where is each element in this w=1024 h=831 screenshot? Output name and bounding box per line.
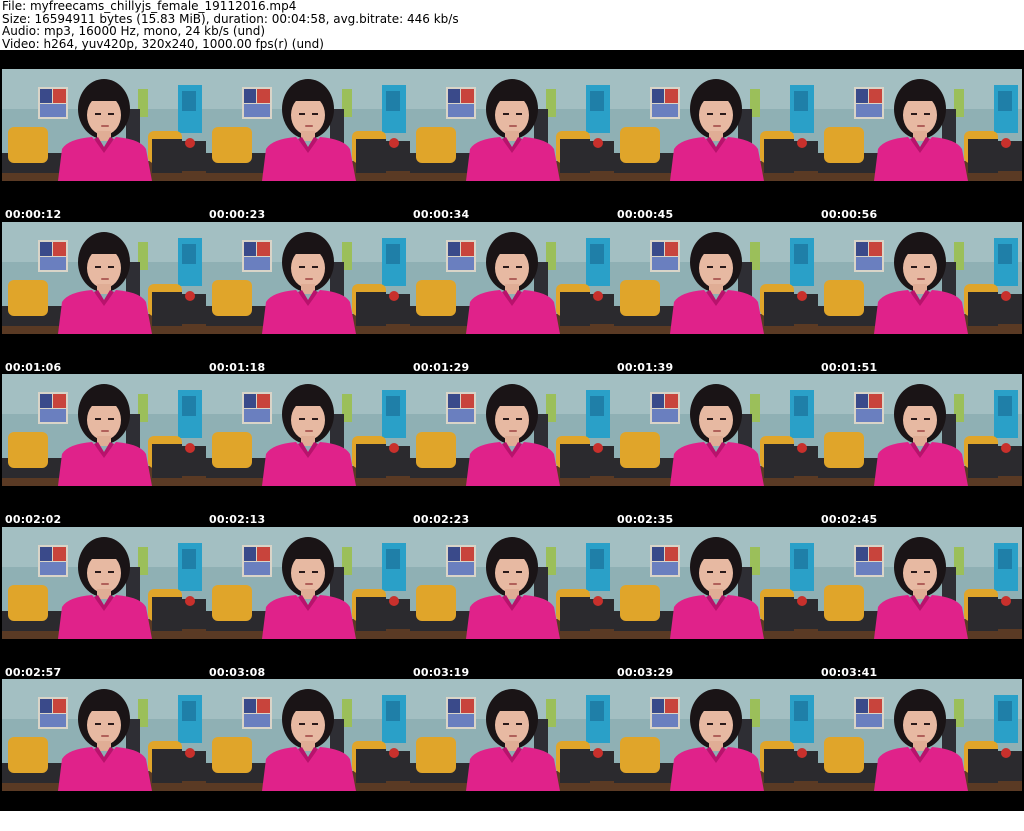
- frame-timestamp: 00:02:45: [821, 513, 878, 526]
- thumbnail-cell: 00:01:06: [2, 222, 206, 374]
- frame-timestamp: 00:01:06: [5, 361, 62, 374]
- frame-timestamp: 00:00:34: [413, 208, 470, 221]
- video-frame-thumbnail: [206, 679, 410, 791]
- frame-timestamp: 00:02:35: [617, 513, 674, 526]
- file-name-line: File: myfreecams_chillyjs_female_1911201…: [2, 0, 297, 13]
- thumbnail-cell: 00:03:29: [614, 527, 818, 679]
- thumbnail-cell: 00:04:02: [206, 679, 410, 831]
- thumbnail-cell: 00:03:08: [206, 527, 410, 679]
- frame-timestamp: 00:02:57: [5, 666, 62, 679]
- video-frame-thumbnail: [614, 222, 818, 334]
- thumbnail-cell: 00:02:02: [2, 374, 206, 526]
- frame-timestamp: 00:01:18: [209, 361, 266, 374]
- file-info-header: File: myfreecams_chillyjs_female_1911201…: [2, 0, 1022, 50]
- video-frame-thumbnail: [818, 222, 1022, 334]
- frame-timestamp: 00:02:02: [5, 513, 62, 526]
- video-frame-thumbnail: [2, 222, 206, 334]
- video-frame-thumbnail: [614, 374, 818, 486]
- thumbnail-cell: 00:02:23: [410, 374, 614, 526]
- video-frame-thumbnail: [818, 69, 1022, 181]
- video-frame-thumbnail: [2, 527, 206, 639]
- frame-timestamp: 00:00:56: [821, 208, 878, 221]
- video-frame-thumbnail: [410, 679, 614, 791]
- video-frame-thumbnail: [410, 374, 614, 486]
- thumbnail-cell: 00:04:25: [614, 679, 818, 831]
- frame-timestamp: 00:02:23: [413, 513, 470, 526]
- frame-timestamp: 00:04:13: [413, 818, 470, 831]
- frame-timestamp: 00:03:52: [5, 818, 62, 831]
- thumbnail-cell: 00:01:18: [206, 222, 410, 374]
- video-frame-thumbnail: [818, 527, 1022, 639]
- thumbnail-cell: 00:03:19: [410, 527, 614, 679]
- video-frame-thumbnail: [206, 374, 410, 486]
- thumbnail-cell: 00:04:35: [818, 679, 1022, 831]
- thumbnail-cell: 00:03:52: [2, 679, 206, 831]
- video-frame-thumbnail: [2, 374, 206, 486]
- video-frame-thumbnail: [206, 222, 410, 334]
- video-frame-thumbnail: [206, 69, 410, 181]
- video-frame-thumbnail: [2, 69, 206, 181]
- thumbnail-cell: 00:00:45: [614, 69, 818, 221]
- thumbnail-cell: 00:02:45: [818, 374, 1022, 526]
- thumbnail-cell: 00:02:57: [2, 527, 206, 679]
- thumbnail-cell: 00:04:13: [410, 679, 614, 831]
- frame-timestamp: 00:03:08: [209, 666, 266, 679]
- video-frame-thumbnail: [818, 679, 1022, 791]
- video-info-line: Video: h264, yuv420p, 320x240, 1000.00 f…: [2, 36, 324, 51]
- video-frame-thumbnail: [2, 679, 206, 791]
- frame-timestamp: 00:03:19: [413, 666, 470, 679]
- thumbnail-cell: 00:02:35: [614, 374, 818, 526]
- thumbnail-cell: 00:01:51: [818, 222, 1022, 374]
- video-frame-thumbnail: [410, 222, 614, 334]
- video-frame-thumbnail: [614, 69, 818, 181]
- frame-timestamp: 00:04:35: [821, 818, 878, 831]
- thumbnail-cell: 00:00:12: [2, 69, 206, 221]
- frame-timestamp: 00:00:45: [617, 208, 674, 221]
- frame-timestamp: 00:02:13: [209, 513, 266, 526]
- frame-timestamp: 00:00:12: [5, 208, 62, 221]
- thumbnail-cell: 00:03:41: [818, 527, 1022, 679]
- thumbnail-cell: 00:01:29: [410, 222, 614, 374]
- video-frame-thumbnail: [410, 69, 614, 181]
- frame-timestamp: 00:00:23: [209, 208, 266, 221]
- thumbnail-cell: 00:00:56: [818, 69, 1022, 221]
- frame-timestamp: 00:03:29: [617, 666, 674, 679]
- thumbnail-cell: 00:02:13: [206, 374, 410, 526]
- thumbnail-cell: 00:00:34: [410, 69, 614, 221]
- frame-timestamp: 00:04:02: [209, 818, 266, 831]
- video-frame-thumbnail: [614, 527, 818, 639]
- video-frame-thumbnail: [818, 374, 1022, 486]
- audio-info-line: Audio: mp3, 16000 Hz, mono, 24 kb/s (und…: [2, 24, 266, 38]
- video-frame-thumbnail: [410, 527, 614, 639]
- frame-timestamp: 00:04:25: [617, 818, 674, 831]
- frame-timestamp: 00:03:41: [821, 666, 878, 679]
- thumbnail-cell: 00:01:39: [614, 222, 818, 374]
- frame-timestamp: 00:01:39: [617, 361, 674, 374]
- thumbnail-cell: 00:00:23: [206, 69, 410, 221]
- frame-timestamp: 00:01:29: [413, 361, 470, 374]
- frame-timestamp: 00:01:51: [821, 361, 878, 374]
- video-frame-thumbnail: [206, 527, 410, 639]
- thumbnail-sheet: 00:00:12 00:00:23 00:00:34 00:00:45 00:0…: [0, 50, 1024, 831]
- video-frame-thumbnail: [614, 679, 818, 791]
